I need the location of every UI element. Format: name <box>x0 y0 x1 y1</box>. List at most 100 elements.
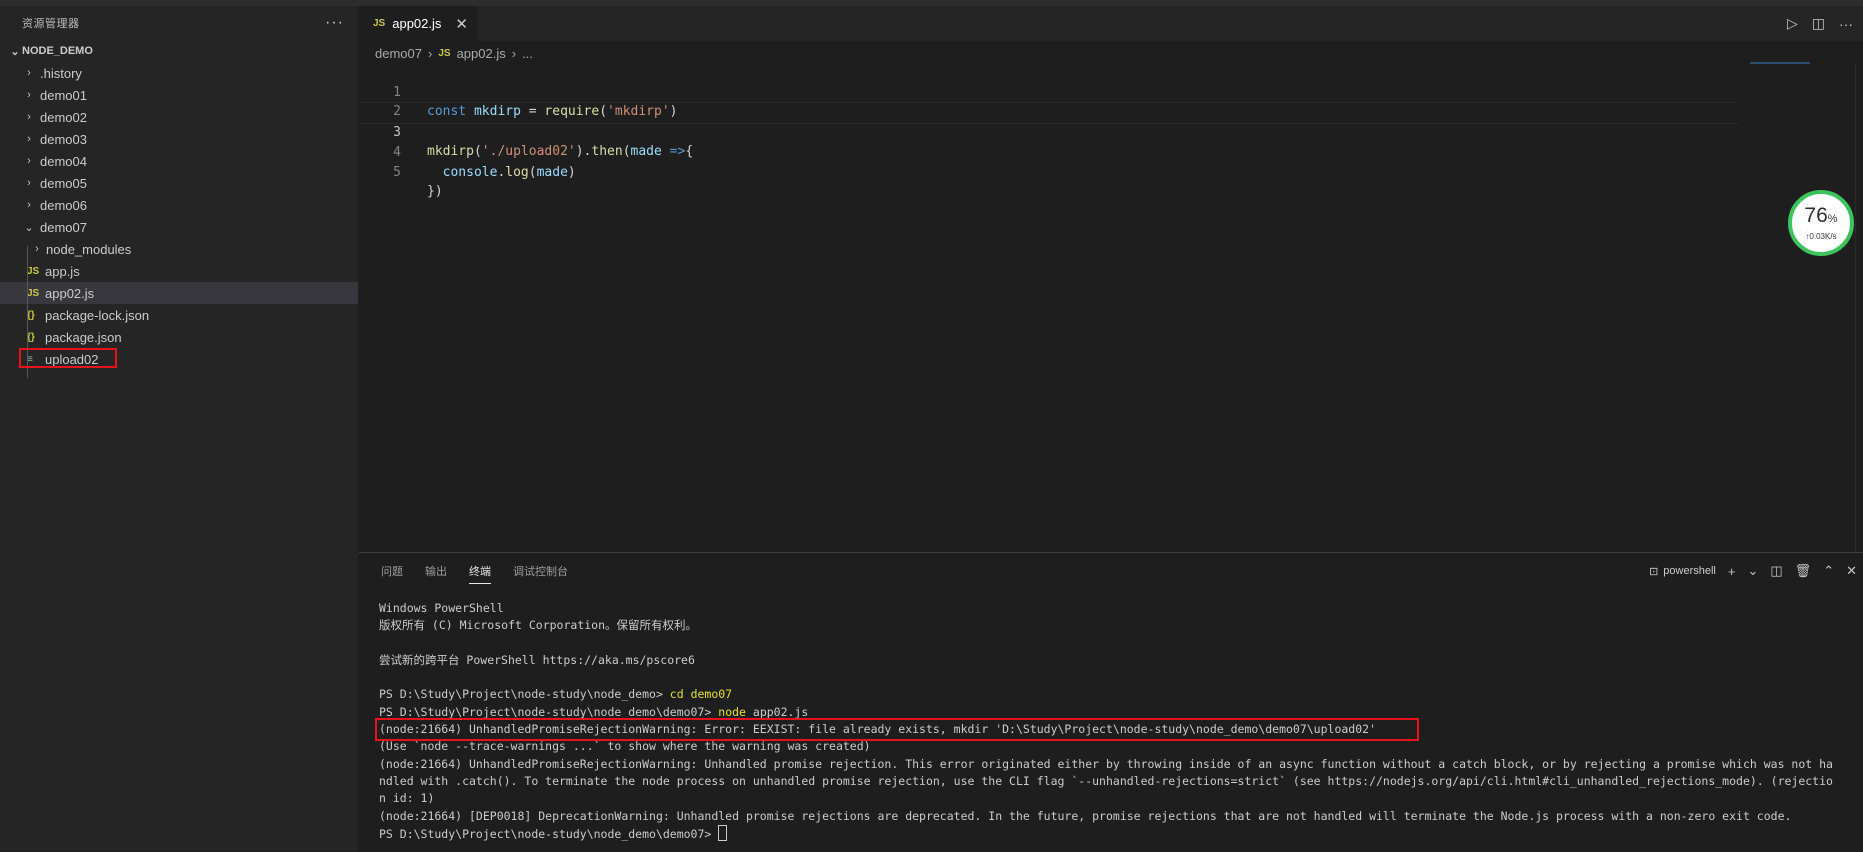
terminal-line: ndled with .catch(). To terminate the no… <box>379 773 1833 788</box>
tree-item-demo05[interactable]: › demo05 <box>0 172 358 194</box>
code-line: 1 const mkdirp = require('mkdirp') <box>359 63 1739 120</box>
js-file-icon: JS <box>27 287 40 299</box>
explorer-sidebar: 资源管理器 ··· ⌄ NODE_DEMO › .history › demo01 … <box>0 6 359 851</box>
network-speed: ↑0.03K/s <box>1805 232 1837 241</box>
tree-item-demo07[interactable]: ⌄ demo07 <box>0 216 358 238</box>
js-file-icon: JS <box>373 18 386 29</box>
breadcrumb-file[interactable]: app02.js <box>457 46 506 61</box>
tree-item-label: demo04 <box>40 153 87 169</box>
chevron-right-icon: › <box>27 177 31 189</box>
tree-item-demo04[interactable]: › demo04 <box>0 150 358 172</box>
tree-item-label: demo03 <box>40 131 87 147</box>
project-folder[interactable]: ⌄ NODE_DEMO <box>0 40 358 62</box>
editor-actions: ▷ ◫ ··· <box>1787 6 1853 41</box>
tab-app02-js[interactable]: JS app02.js ✕ <box>359 6 478 41</box>
tree-item-label: demo07 <box>40 219 87 235</box>
chevron-right-icon: › <box>27 199 31 211</box>
terminal-line: (node:21664) UnhandledPromiseRejectionWa… <box>379 756 1833 771</box>
tree-item-label: .history <box>40 65 82 81</box>
code-line: 3 mkdirp('./upload02').then(made =>{ <box>359 102 1739 159</box>
editor-tab-bar: JS app02.js ✕ ▷ ◫ ··· <box>359 6 1863 41</box>
run-icon[interactable]: ▷ <box>1787 15 1798 32</box>
chevron-down-icon: ⌄ <box>24 221 34 234</box>
chevron-right-icon: › <box>27 89 31 101</box>
terminal-line: PS D:\Study\Project\node-study\node_demo… <box>379 686 1849 703</box>
tree-item-demo03[interactable]: › demo03 <box>0 128 358 150</box>
tab-terminal[interactable]: 终端 <box>469 563 491 584</box>
close-panel-icon[interactable]: ✕ <box>1846 563 1857 579</box>
tab-problems[interactable]: 问题 <box>381 563 403 579</box>
prompt: PS D:\Study\Project\node-study\node_demo… <box>379 687 670 702</box>
json-file-icon: {} <box>27 309 35 321</box>
more-actions-icon[interactable]: ··· <box>325 14 344 32</box>
terminal-cursor <box>718 824 728 841</box>
more-actions-icon[interactable]: ··· <box>1839 16 1853 32</box>
terminal-line: PS D:\Study\Project\node-study\node_demo… <box>379 824 1849 842</box>
close-icon[interactable]: ✕ <box>455 15 468 33</box>
chevron-down-icon: ⌄ <box>10 45 20 58</box>
percent-unit: % <box>1827 213 1838 225</box>
chevron-right-icon: › <box>27 155 31 167</box>
tree-item-package-lock-json[interactable]: {} package-lock.json <box>0 304 358 326</box>
chevron-right-icon: › <box>27 67 31 79</box>
add-terminal-icon[interactable]: + <box>1728 564 1736 579</box>
js-file-icon: JS <box>438 47 451 59</box>
code-line: 2 <box>359 83 1739 119</box>
split-editor-icon[interactable]: ◫ <box>1812 15 1825 32</box>
editor-scrollbar[interactable] <box>1855 62 1863 552</box>
tree-item-label: node_modules <box>46 241 132 257</box>
tree-item-label: demo06 <box>40 197 87 213</box>
tree-item-node-modules[interactable]: › node_modules <box>0 238 358 260</box>
terminal-icon: ⊡ <box>1649 565 1659 578</box>
panel-tabs: 问题 输出 终端 调试控制台 <box>381 553 568 589</box>
code-text: console.log(made) <box>442 164 576 180</box>
shell-name: powershell <box>1663 565 1716 577</box>
tab-debug-console[interactable]: 调试控制台 <box>513 563 568 579</box>
command: node <box>718 704 746 719</box>
tree-item-app-js[interactable]: JS app.js <box>0 260 358 282</box>
tree-item-history[interactable]: › .history <box>0 62 358 84</box>
maximize-panel-icon[interactable]: ⌃ <box>1823 563 1834 579</box>
breadcrumb-folder[interactable]: demo07 <box>375 46 422 61</box>
percent-value: 76 <box>1804 204 1828 227</box>
tab-output[interactable]: 输出 <box>425 563 447 579</box>
code-line: 5 }) <box>359 143 1739 200</box>
tree-item-label: package.json <box>45 329 122 345</box>
breadcrumb-separator: › <box>511 45 517 61</box>
trash-icon[interactable]: 🗑 <box>1795 563 1812 579</box>
panel-actions: ⊡ powershell + ⌄ ◫ 🗑 ⌃ ✕ <box>1649 553 1857 589</box>
project-name: NODE_DEMO <box>22 45 93 57</box>
terminal-line: (node:21664) [DEP0018] DeprecationWarnin… <box>379 808 1792 823</box>
terminal-selector[interactable]: ⊡ powershell <box>1649 565 1716 578</box>
chevron-right-icon: › <box>35 243 39 255</box>
breadcrumb-separator: › <box>427 45 433 61</box>
tree-item-label: demo05 <box>40 175 87 191</box>
breadcrumb-symbol[interactable]: ... <box>522 46 533 61</box>
minimap[interactable] <box>1750 62 1810 64</box>
chevron-down-icon[interactable]: ⌄ <box>1747 563 1758 579</box>
terminal-line: Windows PowerShell <box>379 601 504 615</box>
chevron-right-icon: › <box>27 111 31 123</box>
code-line: 4 console.log(made) <box>359 124 1739 180</box>
upload02-highlight <box>19 348 117 368</box>
tree-item-label: app02.js <box>45 285 95 301</box>
tree-item-label: demo02 <box>40 109 87 125</box>
tree-item-demo06[interactable]: › demo06 <box>0 194 358 216</box>
command: cd demo07 <box>669 687 733 702</box>
network-percent: 76% <box>1804 205 1837 230</box>
split-terminal-icon[interactable]: ◫ <box>1770 563 1782 579</box>
tree-item-label: app.js <box>45 263 80 279</box>
tree-item-package-json[interactable]: {} package.json <box>0 326 358 348</box>
tree-item-demo01[interactable]: › demo01 <box>0 84 358 106</box>
terminal-line: 尝试新的跨平台 PowerShell https://aka.ms/pscore… <box>379 652 695 667</box>
tree-item-demo02[interactable]: › demo02 <box>0 106 358 128</box>
network-monitor-widget[interactable]: 76% ↑0.03K/s <box>1788 190 1854 256</box>
tree-item-label: package-lock.json <box>45 307 150 323</box>
explorer-header: 资源管理器 ··· <box>0 6 358 40</box>
bottom-panel: 问题 输出 终端 调试控制台 ⊡ powershell + ⌄ ◫ 🗑 ⌃ ✕ W… <box>359 552 1863 852</box>
code-editor[interactable]: 1 const mkdirp = require('mkdirp') 2 3 m… <box>359 63 1739 200</box>
tree-item-app02-js[interactable]: JS app02.js <box>0 282 358 304</box>
terminal-line: 版权所有 (C) Microsoft Corporation。保留所有权利。 <box>379 618 698 633</box>
